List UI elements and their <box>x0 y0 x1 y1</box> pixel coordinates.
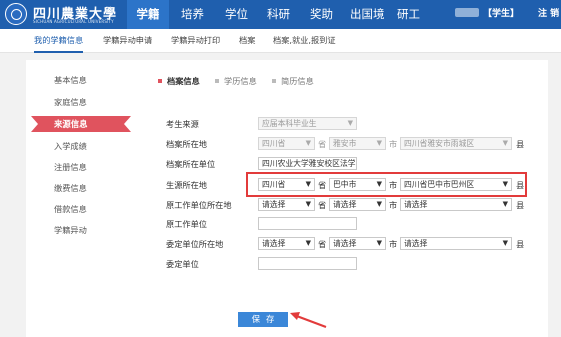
nav-item-chuguojing[interactable]: 出国境 <box>350 0 385 29</box>
unit-province: 省 <box>318 180 327 190</box>
commission-unit-field[interactable] <box>258 257 357 270</box>
unit-province: 省 <box>318 239 327 249</box>
unit-city: 市 <box>389 180 398 190</box>
user-name-redacted <box>455 8 479 17</box>
archive-unit-field[interactable]: 四川农业大学雅安校区法学院 <box>258 157 357 170</box>
chevron-down-icon: ▼ <box>376 200 382 208</box>
user-role-label: 【学生】 <box>483 9 520 19</box>
unit-city: 市 <box>389 200 398 210</box>
unit-city: 市 <box>389 239 398 249</box>
label-candidate-source: 考生来源 <box>166 119 199 129</box>
nav-item-xuewei[interactable]: 学位 <box>225 0 248 29</box>
top-nav-bar: 四川農業大學 SICHUAN AGRICULTURAL UNIVERSITY 学… <box>0 0 561 29</box>
chevron-down-icon: ▼ <box>502 239 508 247</box>
unit-county: 县 <box>516 139 525 149</box>
chevron-down-icon: ▼ <box>376 180 382 188</box>
orig-work-county-select[interactable]: 请选择 ▼ <box>400 198 512 211</box>
subnav-my-status-info[interactable]: 我的学籍信息 <box>34 29 84 53</box>
nav-item-yangong[interactable]: 研工 <box>397 0 420 29</box>
label-archive-unit: 档案所在单位 <box>166 159 216 169</box>
tab-education-info[interactable]: 学历信息 <box>215 75 257 87</box>
orig-work-city-select[interactable]: 请选择 ▼ <box>329 198 386 211</box>
unit-county: 县 <box>516 239 525 249</box>
unit-city: 市 <box>389 139 398 149</box>
annotation-arrow-icon <box>290 312 327 329</box>
university-logo-en: SICHUAN AGRICULTURAL UNIVERSITY <box>33 19 114 24</box>
commission-province-select[interactable]: 请选择 ▼ <box>258 237 315 250</box>
tab-resume-info[interactable]: 简历信息 <box>272 75 314 87</box>
sidebar-item-basic-info[interactable]: 基本信息 <box>54 74 87 86</box>
archive-province-select: 四川省 ▼ <box>258 137 315 150</box>
chevron-down-icon: ▼ <box>502 139 508 147</box>
unit-province: 省 <box>318 139 327 149</box>
chevron-down-icon: ▼ <box>305 239 311 247</box>
unit-county: 县 <box>516 180 525 190</box>
nav-item-jiangzhu[interactable]: 奖助 <box>310 0 333 29</box>
origin-county-select[interactable]: 四川省巴中市巴州区 ▼ <box>400 178 512 191</box>
chevron-down-icon: ▼ <box>305 200 311 208</box>
archive-county-select: 四川省雅安市雨城区 ▼ <box>400 137 512 150</box>
subnav-status-change-apply[interactable]: 学籍异动申请 <box>103 29 152 53</box>
archive-city-select: 雅安市 ▼ <box>329 137 386 150</box>
nav-item-peiyang[interactable]: 培养 <box>181 0 204 29</box>
sidebar-item-status-change[interactable]: 学籍异动 <box>54 224 87 236</box>
sub-nav-bar: 我的学籍信息 学籍异动申请 学籍异动打印 档案 档案,就业,报到证 <box>0 29 561 53</box>
subnav-archive[interactable]: 档案 <box>239 29 255 53</box>
label-commission-unit: 委定单位 <box>166 259 199 269</box>
subnav-status-change-print[interactable]: 学籍异动打印 <box>171 29 220 53</box>
tab-bullet-icon <box>215 79 219 83</box>
chevron-down-icon: ▼ <box>502 200 508 208</box>
origin-province-select[interactable]: 四川省 ▼ <box>258 178 315 191</box>
nav-item-keyan[interactable]: 科研 <box>267 0 290 29</box>
label-origin-location: 生源所在地 <box>166 180 207 190</box>
sidebar-item-payment[interactable]: 缴费信息 <box>54 182 87 194</box>
commission-county-select[interactable]: 请选择 ▼ <box>400 237 512 250</box>
chevron-down-icon: ▼ <box>376 139 382 147</box>
chevron-down-icon: ▼ <box>502 180 508 188</box>
save-button[interactable]: 保存 <box>238 312 288 327</box>
sidebar-item-registration[interactable]: 注册信息 <box>54 161 87 173</box>
unit-province: 省 <box>318 200 327 210</box>
label-commission-location: 委定单位所在地 <box>166 239 224 249</box>
sidebar-item-source-info[interactable]: 来源信息 <box>54 116 88 132</box>
sidebar-item-entrance-score[interactable]: 入学成绩 <box>54 140 87 152</box>
university-seal-icon <box>5 3 27 25</box>
label-orig-work-unit: 原工作单位 <box>166 219 207 229</box>
origin-city-select[interactable]: 巴中市 ▼ <box>329 178 386 191</box>
unit-county: 县 <box>516 200 525 210</box>
tab-bullet-icon <box>272 79 276 83</box>
sidebar-item-loan[interactable]: 借款信息 <box>54 203 87 215</box>
chevron-down-icon: ▼ <box>305 180 311 188</box>
chevron-down-icon: ▼ <box>305 139 311 147</box>
commission-city-select[interactable]: 请选择 ▼ <box>329 237 386 250</box>
orig-work-province-select[interactable]: 请选择 ▼ <box>258 198 315 211</box>
candidate-source-select: 应届本科毕业生 ▼ <box>258 117 357 130</box>
orig-work-unit-field[interactable] <box>258 217 357 230</box>
subnav-archive-employment[interactable]: 档案,就业,报到证 <box>273 29 336 53</box>
chevron-down-icon: ▼ <box>347 119 353 127</box>
tab-bullet-icon <box>158 79 162 83</box>
chevron-down-icon: ▼ <box>376 239 382 247</box>
tab-archive-info[interactable]: 档案信息 <box>158 75 200 87</box>
label-orig-work-location: 原工作单位所在地 <box>166 200 232 210</box>
label-archive-location: 档案所在地 <box>166 139 207 149</box>
logout-link[interactable]: 注 销 <box>538 0 559 29</box>
nav-item-xueji[interactable]: 学籍 <box>127 0 169 29</box>
sidebar-item-family-info[interactable]: 家庭信息 <box>54 96 87 108</box>
